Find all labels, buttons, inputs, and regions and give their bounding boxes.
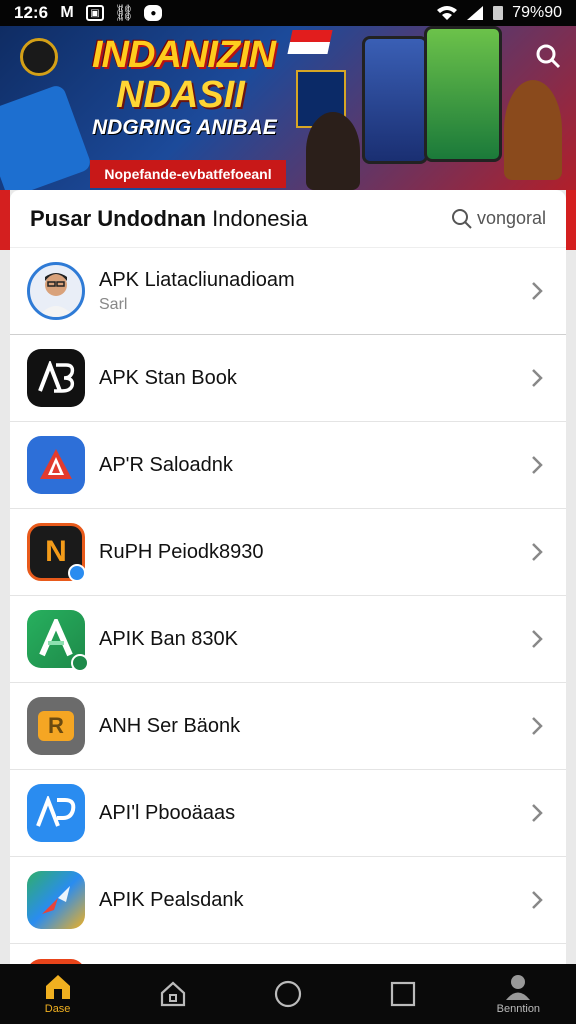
red-triangle-icon <box>27 436 85 494</box>
chevron-right-icon <box>526 802 548 824</box>
search-icon <box>451 208 472 229</box>
list-item[interactable]: R ANH Ser Bäonk <box>10 683 566 770</box>
app-list-card: Pusar Undodnan Indonesia vongoral APK Li… <box>10 190 566 970</box>
app-name: APIK Pealsdank <box>99 888 244 911</box>
list-item[interactable]: APIK Pealsdank <box>10 857 566 944</box>
circle-icon <box>274 980 302 1008</box>
banner-phone-1 <box>362 36 428 164</box>
badge-icon <box>71 654 89 672</box>
link-icon: ⛓ <box>114 5 135 22</box>
nav-profile[interactable]: Benntion <box>478 973 558 1015</box>
nav-home-label: Dase <box>44 1003 71 1015</box>
list-item[interactable]: AP'R Saloadnk <box>10 422 566 509</box>
app-name: ANH Ser Bäonk <box>99 714 241 737</box>
bottom-navigation: Dase Benntion <box>0 964 576 1024</box>
banner-left-decoration <box>0 83 93 190</box>
app-name: APIK Ban 830K <box>99 627 238 650</box>
banner-promo-bar: Nopefande-evbatfefoeanl <box>90 160 286 188</box>
status-time: 12:6 <box>14 3 49 22</box>
banner-person-2 <box>504 80 562 180</box>
nav-store[interactable] <box>133 979 213 1009</box>
profile-row[interactable]: APK Liatacliunadioam Sarl <box>10 248 566 335</box>
banner-headline-3: NDGRING ANIBAE <box>92 116 277 139</box>
badge-icon <box>68 564 86 582</box>
header-search-button[interactable]: vongoral <box>451 208 546 230</box>
chevron-right-icon <box>526 628 548 650</box>
n-logo-icon: N <box>27 523 86 582</box>
app-name: RuPH Peiodk8930 <box>99 540 264 563</box>
search-icon <box>536 44 561 69</box>
colorful-arrow-icon <box>27 871 85 929</box>
orange-square-icon: R <box>27 697 85 755</box>
nav-home[interactable]: Dase <box>18 973 98 1015</box>
promo-banner[interactable]: INDANIZIN NDASII NDGRING ANIBAE Nopefand… <box>0 26 576 190</box>
status-right-text: 79%90 <box>512 4 562 21</box>
right-red-stripe <box>566 190 576 250</box>
banner-headline-1: INDANIZIN <box>92 34 276 76</box>
ab-logo-icon <box>27 349 85 407</box>
wifi-icon <box>437 6 458 20</box>
mail-icon: M <box>60 4 74 21</box>
banner-phone-2 <box>424 26 502 162</box>
home-outline-icon <box>160 981 185 1007</box>
banner-search-button[interactable] <box>530 38 566 74</box>
page-title-regular: Indonesia <box>212 205 308 231</box>
left-red-stripe <box>0 190 10 250</box>
image-icon: ▣ <box>86 5 105 21</box>
person-icon <box>506 975 531 1000</box>
chevron-right-icon <box>526 367 548 389</box>
a-green-logo-icon <box>27 610 89 672</box>
profile-title: APK Liatacliunadioam <box>99 268 295 291</box>
card-header: Pusar Undodnan Indonesia vongoral <box>10 190 566 248</box>
avatar <box>27 262 85 320</box>
nav-circle[interactable] <box>248 979 328 1009</box>
nav-profile-label: Benntion <box>496 1003 541 1015</box>
chevron-right-icon <box>526 454 548 476</box>
profile-subtitle: Sarl <box>99 295 128 313</box>
sim-icon <box>493 6 504 20</box>
ap-blue-logo-icon <box>27 784 85 842</box>
home-icon <box>45 975 70 999</box>
banner-promo-text: Nopefande-evbatfefoeanl <box>104 166 272 182</box>
banner-person-1 <box>306 112 360 190</box>
banner-logo <box>20 38 58 76</box>
status-bar: 12:6 M ▣ ⛓ ● 79%90 <box>0 0 576 26</box>
banner-flag <box>287 30 333 54</box>
chevron-right-icon <box>526 889 548 911</box>
chevron-right-icon <box>526 280 548 302</box>
app-name: API'l Pbooäaas <box>99 801 236 824</box>
nav-square[interactable] <box>363 979 443 1009</box>
list-item[interactable]: N RuPH Peiodk8930 <box>10 509 566 596</box>
app-name: APK Stan Book <box>99 366 237 389</box>
app-name: AP'R Saloadnk <box>99 453 233 476</box>
list-item[interactable]: API'l Pbooäaas <box>10 770 566 857</box>
shield-icon: ● <box>144 5 163 21</box>
page-title-bold: Pusar Undodnan <box>30 205 207 231</box>
page-title: Pusar Undodnan Indonesia <box>30 206 308 232</box>
signal-icon <box>467 6 484 20</box>
list-item[interactable]: APIK Ban 830K <box>10 596 566 683</box>
list-item[interactable]: APK Stan Book <box>10 335 566 422</box>
banner-headline-2: NDASII <box>116 74 245 116</box>
chevron-right-icon <box>526 715 548 737</box>
square-icon <box>391 981 416 1007</box>
chevron-right-icon <box>526 541 548 563</box>
header-search-label: vongoral <box>476 208 546 228</box>
